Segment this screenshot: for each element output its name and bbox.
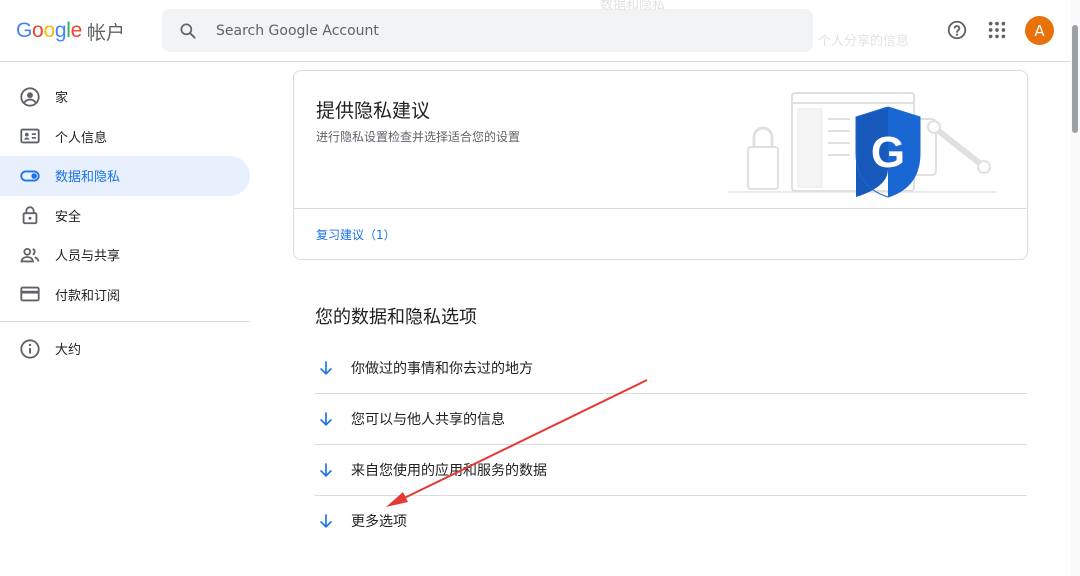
google-account-logo[interactable]: Google 帐户 (16, 17, 125, 45)
background-ghost-text: 个人分享的信息 (818, 34, 910, 49)
scrollbar-thumb[interactable] (1072, 25, 1078, 133)
svg-text:G: G (871, 128, 905, 177)
product-name: 帐户 (86, 21, 125, 44)
info-icon (19, 338, 41, 360)
people-icon (19, 244, 41, 266)
section-title: 您的数据和隐私选项 (315, 307, 477, 328)
review-suggestions-link[interactable]: 复习建议（1） (316, 226, 396, 243)
sidebar-item-about[interactable]: 大约 (0, 329, 250, 369)
option-shareable-info[interactable]: 您可以与他人共享的信息 (315, 394, 1027, 445)
search-bar[interactable] (162, 9, 813, 52)
account-circle-icon (19, 86, 41, 108)
search-input[interactable] (214, 21, 778, 40)
sidebar-item-label: 个人信息 (55, 130, 108, 146)
option-more-options[interactable]: 更多选项 (315, 496, 1027, 546)
sidebar-item-data-privacy[interactable]: 数据和隐私 (0, 156, 250, 196)
sidebar-item-label: 大约 (55, 343, 82, 359)
credit-card-icon (19, 283, 41, 305)
option-activity-locations[interactable]: 你做过的事情和你去过的地方 (315, 343, 1027, 394)
lock-icon (19, 204, 41, 226)
arrow-down-icon (319, 463, 333, 478)
help-icon[interactable] (946, 19, 968, 41)
card-divider (294, 208, 1027, 209)
sidebar-item-label: 安全 (55, 209, 82, 225)
option-label: 更多选项 (351, 514, 407, 530)
option-label: 来自您使用的应用和服务的数据 (351, 463, 547, 479)
privacy-options-list: 你做过的事情和你去过的地方 您可以与他人共享的信息 来自您使用的应用和服务的数据… (315, 343, 1027, 546)
option-label: 你做过的事情和你去过的地方 (351, 361, 533, 377)
privacy-shield-illustration: G (728, 92, 996, 198)
arrow-down-icon (319, 514, 333, 529)
apps-grid-icon[interactable] (986, 19, 1008, 41)
sidebar-item-personal-info[interactable]: 个人信息 (0, 117, 250, 157)
option-app-service-data[interactable]: 来自您使用的应用和服务的数据 (315, 445, 1027, 496)
sidebar-item-people-sharing[interactable]: 人员与共享 (0, 235, 250, 275)
search-icon[interactable] (178, 21, 198, 41)
arrow-down-icon (319, 412, 333, 427)
sidebar-item-payments[interactable]: 付款和订阅 (0, 275, 250, 315)
sidebar-item-label: 付款和订阅 (55, 288, 121, 304)
sidebar-item-label: 数据和隐私 (55, 170, 121, 186)
sidebar-item-label: 人员与共享 (55, 249, 121, 265)
sidebar-nav: 家 个人信息 数据和隐私 安全 人员与共享 付款和订阅 大约 (0, 61, 262, 369)
sidebar-item-home[interactable]: 家 (0, 77, 250, 117)
google-logo: Google (16, 19, 82, 42)
option-label: 您可以与他人共享的信息 (351, 412, 505, 428)
privacy-suggestion-card: 提供隐私建议 进行隐私设置检查并选择适合您的设置 G 复习建议（1） (293, 70, 1028, 260)
avatar[interactable]: A (1025, 16, 1054, 45)
toggle-icon (19, 165, 41, 187)
id-card-icon (19, 125, 41, 147)
card-title: 提供隐私建议 (316, 100, 431, 122)
scrollbar[interactable] (1070, 0, 1080, 576)
top-app-bar: Google 帐户 数据和隐私 个人分享的信息 A (0, 0, 1080, 62)
arrow-down-icon (319, 361, 333, 376)
sidebar-item-security[interactable]: 安全 (0, 196, 250, 236)
card-subtitle: 进行隐私设置检查并选择适合您的设置 (316, 130, 521, 144)
sidebar-item-label: 家 (55, 91, 69, 107)
